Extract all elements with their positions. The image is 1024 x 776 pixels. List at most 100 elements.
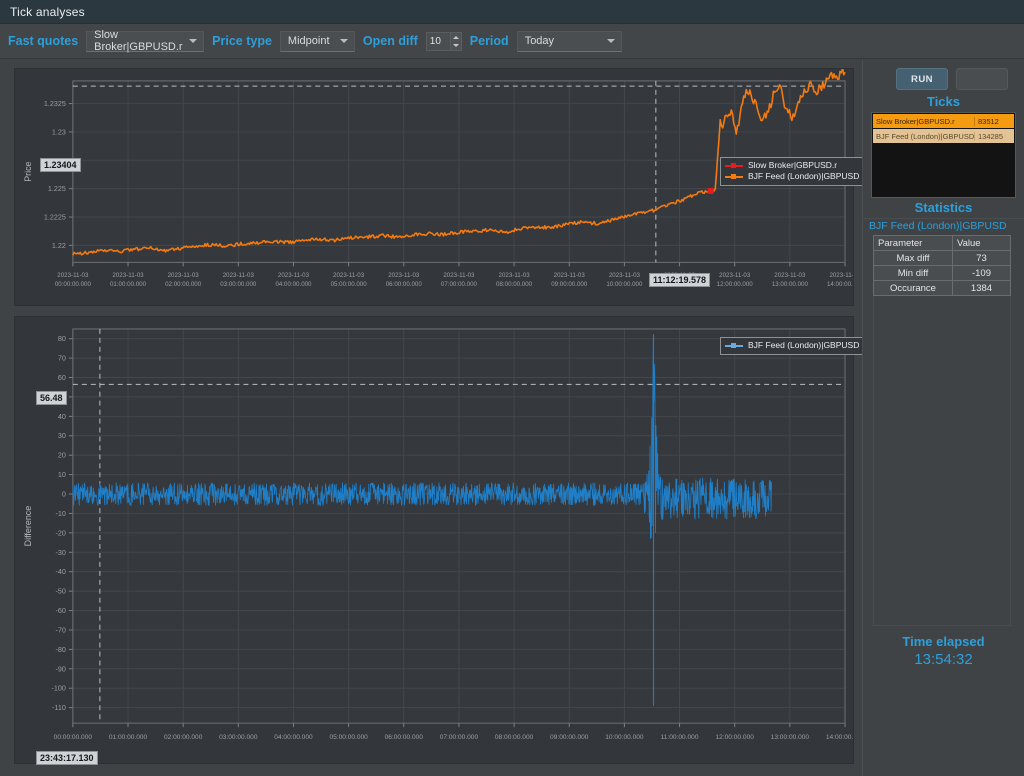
table-row: Min diff -109: [873, 265, 1011, 281]
statistics-empty-area: [873, 296, 1011, 626]
legend-label-bjf-feed: BJF Feed (London)|GBPUSD: [748, 171, 860, 181]
open-diff-input[interactable]: [429, 35, 452, 47]
svg-text:12:00:00.000: 12:00:00.000: [717, 281, 754, 288]
open-diff-stepper[interactable]: [425, 31, 462, 51]
svg-text:2023-11-03: 2023-11-03: [112, 272, 144, 279]
stat-parameter: Occurance: [873, 280, 953, 296]
app-window: Tick analyses Fast quotes Slow Broker|GB…: [0, 0, 1024, 776]
fast-quotes-value: Slow Broker|GBPUSD.r: [94, 29, 183, 53]
svg-text:06:00:00.000: 06:00:00.000: [386, 281, 423, 288]
price-chart-cursor-x-tag: 11:12:19.578: [649, 273, 711, 287]
svg-text:-100: -100: [52, 685, 66, 693]
price-type-label: Price type: [212, 34, 272, 48]
svg-text:Price: Price: [23, 161, 33, 181]
table-row: Occurance 1384: [873, 280, 1011, 296]
legend-label-slow-broker: Slow Broker|GBPUSD.r: [748, 160, 838, 170]
secondary-button[interactable]: [956, 68, 1008, 90]
svg-text:11:00:00.000: 11:00:00.000: [661, 734, 699, 741]
window-title: Tick analyses: [10, 4, 85, 19]
svg-text:70: 70: [58, 355, 66, 363]
svg-text:20: 20: [58, 452, 66, 460]
svg-text:01:00:00.000: 01:00:00.000: [110, 281, 147, 288]
price-chart-plot: 2023-11-03 00:00:00.000 2023-11-03 01:00:00…: [23, 69, 853, 288]
chevron-down-icon: [189, 39, 198, 43]
period-value: Today: [524, 35, 555, 47]
price-chart-panel[interactable]: 2023-11-03 00:00:00.000 2023-11-03 01:00:00…: [14, 68, 866, 306]
list-item[interactable]: Slow Broker|GBPUSD.r 83512: [873, 114, 1014, 128]
column-value: Value: [952, 235, 1011, 251]
svg-text:2023-11-03: 2023-11-03: [609, 272, 641, 279]
svg-text:2023-11-03: 2023-11-03: [829, 272, 853, 279]
tick-count: 83512: [974, 116, 1014, 126]
svg-text:01:00:00.000: 01:00:00.000: [109, 734, 148, 741]
svg-text:02:00:00.000: 02:00:00.000: [164, 734, 203, 741]
svg-text:00:00:00.000: 00:00:00.000: [55, 281, 92, 288]
svg-text:07:00:00.000: 07:00:00.000: [441, 281, 478, 288]
stat-parameter: Max diff: [873, 250, 953, 266]
difference-chart-panel[interactable]: 00:00:00.000 01:00:00.000 02:00:00.000 03:0…: [14, 316, 866, 765]
difference-chart-cursor-x-tag: 23:43:17.130: [36, 751, 98, 765]
svg-text:-80: -80: [56, 646, 66, 654]
svg-text:08:00:00.000: 08:00:00.000: [496, 281, 533, 288]
ticks-list[interactable]: Slow Broker|GBPUSD.r 83512 BJF Feed (Lon…: [871, 112, 1016, 198]
svg-text:04:00:00.000: 04:00:00.000: [275, 281, 312, 288]
svg-text:0: 0: [62, 491, 66, 499]
stat-parameter: Min diff: [873, 265, 953, 281]
svg-text:14:00:00.000: 14:00:00.000: [827, 281, 853, 288]
period-select[interactable]: Today: [516, 30, 622, 52]
svg-text:-70: -70: [56, 626, 66, 634]
svg-text:2023-11-03: 2023-11-03: [554, 272, 586, 279]
legend-entry-bjf-feed-diff: BJF Feed (London)|GBPUSD: [725, 340, 859, 351]
statistics-symbol: BJF Feed (London)|GBPUSD: [863, 218, 1024, 235]
svg-text:1.2225: 1.2225: [44, 213, 66, 221]
legend-swatch-slow-broker: [725, 162, 743, 168]
window-titlebar: Tick analyses: [0, 0, 1024, 24]
stat-value: 73: [952, 250, 1011, 266]
legend-entry-slow-broker: Slow Broker|GBPUSD.r: [725, 160, 859, 171]
difference-chart-plot: 00:00:00.000 01:00:00.000 02:00:00.000 03:0…: [23, 328, 853, 741]
run-button[interactable]: RUN: [896, 68, 948, 90]
svg-text:-60: -60: [56, 607, 66, 615]
list-item[interactable]: BJF Feed (London)|GBPUSD 134285: [873, 129, 1014, 143]
svg-text:07:00:00.000: 07:00:00.000: [440, 734, 479, 741]
svg-text:1.2325: 1.2325: [44, 100, 66, 108]
svg-text:Difference: Difference: [23, 506, 33, 547]
difference-chart-legend: BJF Feed (London)|GBPUSD: [720, 337, 866, 355]
time-elapsed-value: 13:54:32: [914, 651, 973, 668]
svg-text:05:00:00.000: 05:00:00.000: [329, 734, 368, 741]
svg-text:2023-11-03: 2023-11-03: [333, 272, 365, 279]
svg-text:03:00:00.000: 03:00:00.000: [220, 281, 257, 288]
svg-text:2023-11-03: 2023-11-03: [499, 272, 531, 279]
legend-swatch-bjf-feed-diff: [725, 342, 743, 348]
svg-text:02:00:00.000: 02:00:00.000: [165, 281, 202, 288]
svg-text:2023-11-03: 2023-11-03: [774, 272, 806, 279]
legend-label-bjf-feed-diff: BJF Feed (London)|GBPUSD: [748, 340, 860, 350]
fast-quotes-select[interactable]: Slow Broker|GBPUSD.r: [86, 29, 205, 53]
svg-text:2023-11-03: 2023-11-03: [168, 272, 200, 279]
svg-text:-10: -10: [56, 510, 66, 518]
svg-text:2023-11-03: 2023-11-03: [443, 272, 475, 279]
price-type-select[interactable]: Midpoint: [279, 30, 355, 52]
tick-count: 134285: [974, 131, 1014, 141]
svg-text:2023-11-03: 2023-11-03: [719, 272, 751, 279]
svg-text:13:00:00.000: 13:00:00.000: [771, 734, 810, 741]
stepper-up-icon[interactable]: [451, 33, 461, 42]
svg-text:12:00:00.000: 12:00:00.000: [716, 734, 755, 741]
stepper-down-icon[interactable]: [451, 41, 461, 50]
table-row: Max diff 73: [873, 250, 1011, 266]
svg-text:03:00:00.000: 03:00:00.000: [219, 734, 258, 741]
price-chart-legend: Slow Broker|GBPUSD.r BJF Feed (London)|G…: [720, 157, 866, 186]
svg-text:-30: -30: [56, 549, 66, 557]
svg-text:80: 80: [58, 335, 66, 343]
svg-text:-90: -90: [56, 665, 66, 673]
svg-text:10:00:00.000: 10:00:00.000: [606, 281, 643, 288]
svg-text:2023-11-03: 2023-11-03: [57, 272, 89, 279]
svg-text:13:00:00.000: 13:00:00.000: [772, 281, 809, 288]
ticks-header: Ticks: [926, 94, 960, 109]
side-button-row: RUN: [863, 60, 1024, 92]
stepper-buttons[interactable]: [449, 32, 461, 50]
svg-text:-110: -110: [52, 704, 66, 712]
svg-text:1.23: 1.23: [52, 128, 66, 136]
svg-text:60: 60: [58, 374, 66, 382]
difference-chart-cursor-y-tag: 56.48: [36, 391, 67, 405]
